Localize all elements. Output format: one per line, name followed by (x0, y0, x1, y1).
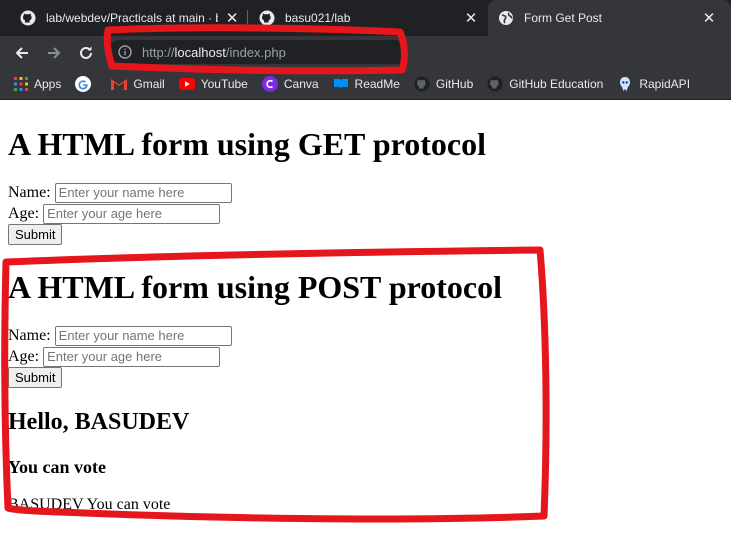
get-age-input[interactable] (43, 203, 221, 224)
post-age-row: Age: (8, 346, 232, 367)
github-icon (487, 76, 503, 92)
get-name-row: Name: (8, 182, 232, 203)
tab-title: basu021/lab (285, 11, 351, 25)
bookmark-label: ReadMe (354, 77, 400, 91)
reload-icon (80, 46, 92, 59)
bookmark-rapidapi[interactable]: RapidAPI (617, 76, 690, 92)
close-icon[interactable]: ✕ (463, 10, 479, 27)
gmail-icon (111, 79, 128, 90)
arrow-right-icon (48, 47, 61, 59)
bookmark-gmail[interactable]: Gmail (111, 77, 165, 91)
tab-title: Form Get Post (524, 11, 603, 25)
get-form-heading: A HTML form using GET protocol (8, 126, 486, 162)
bookmark-label: GitHub (435, 77, 474, 91)
get-form: Name: Age: Submit (8, 182, 232, 245)
globe-icon (499, 11, 513, 25)
post-submit-row: Submit (8, 367, 232, 388)
bookmark-github-education[interactable]: GitHub Education (487, 76, 603, 92)
bookmark-readme[interactable]: ReadMe (333, 77, 400, 91)
back-button[interactable] (11, 42, 33, 64)
youtube-icon (178, 78, 195, 90)
close-icon[interactable]: ✕ (701, 10, 717, 27)
bookmark-label: YouTube (200, 77, 248, 91)
post-age-input[interactable] (43, 346, 221, 367)
github-icon (259, 10, 275, 26)
bookmark-apps[interactable]: Apps (14, 77, 61, 91)
get-submit-row: Submit (8, 224, 232, 245)
greeting-heading: Hello, BASUDEV (8, 409, 190, 435)
forward-button[interactable] (43, 42, 65, 64)
bookmark-label: Apps (34, 77, 62, 91)
url-host: localhost (174, 44, 226, 60)
bookmark-google[interactable] (75, 76, 97, 92)
url-scheme: http:// (142, 44, 175, 60)
google-icon (75, 76, 92, 92)
age-label: Age: (8, 205, 40, 222)
get-name-input[interactable] (54, 182, 232, 203)
tab-strip: lab/webdev/Practicals at main · b ✕ basu… (0, 0, 731, 36)
arrow-left-icon (15, 47, 28, 59)
reload-button[interactable] (75, 42, 97, 64)
readme-icon (333, 79, 348, 89)
post-submit-button[interactable]: Submit (8, 367, 63, 388)
result-message: BASUDEV You can vote (8, 496, 171, 513)
rapidapi-icon (620, 77, 631, 91)
bookmark-github[interactable]: GitHub (414, 76, 473, 92)
bookmarks-bar: Apps Gmail YouTube Canva ReadMe GitHub G… (0, 69, 731, 100)
tab-lab-webdev[interactable]: lab/webdev/Practicals at main · b ✕ (0, 0, 246, 36)
github-icon (414, 76, 430, 92)
post-name-input[interactable] (54, 325, 232, 346)
info-icon[interactable] (118, 45, 132, 59)
vote-verdict-heading: You can vote (8, 457, 106, 477)
get-submit-button[interactable]: Submit (8, 224, 63, 245)
tab-form-get-post[interactable]: Form Get Post ✕ (488, 0, 731, 36)
name-label: Name: (8, 327, 51, 344)
bookmark-youtube[interactable]: YouTube (178, 77, 248, 91)
bookmark-label: GitHub Education (509, 77, 604, 91)
bookmark-label: RapidAPI (639, 77, 691, 91)
bookmark-canva[interactable]: Canva (261, 76, 319, 92)
close-icon[interactable]: ✕ (224, 10, 240, 27)
post-form: Name: Age: Submit (8, 325, 232, 388)
age-label: Age: (8, 348, 40, 365)
url-path: /index.php (225, 44, 286, 60)
post-form-heading: A HTML form using POST protocol (8, 269, 502, 305)
bookmark-label: Canva (283, 77, 319, 91)
address-bar[interactable]: http://localhost/index.php (108, 40, 408, 64)
github-icon (20, 10, 36, 26)
name-label: Name: (8, 184, 51, 201)
tab-title: lab/webdev/Practicals at main · b (46, 11, 219, 25)
apps-grid-icon (14, 77, 28, 91)
post-name-row: Name: (8, 325, 232, 346)
bookmark-label: Gmail (133, 77, 165, 91)
tab-basu021-lab[interactable]: basu021/lab ✕ (247, 0, 487, 36)
get-age-row: Age: (8, 203, 232, 224)
canva-icon (261, 76, 278, 92)
